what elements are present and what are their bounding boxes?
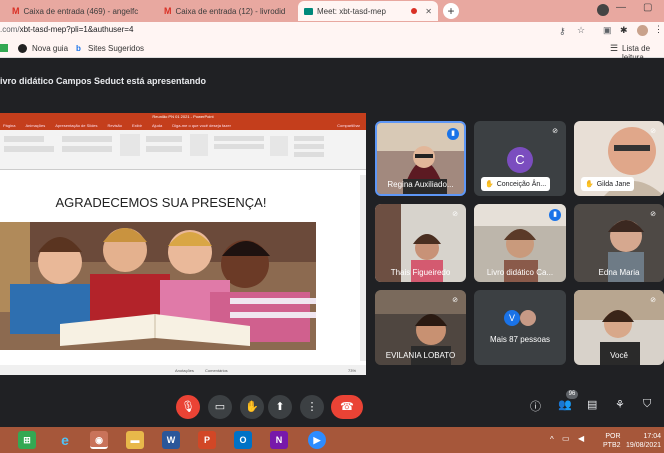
mic-off-icon: ⊘: [650, 128, 656, 135]
powerpoint-icon[interactable]: P: [198, 431, 216, 449]
bookmarks-bar: Nova guia b Sites Sugeridos ☰ Lista de l…: [0, 40, 664, 62]
avatar: [520, 310, 536, 326]
more-participants-tile[interactable]: V Mais 87 pessoas: [474, 290, 566, 365]
call-end-icon: ☎: [340, 401, 354, 413]
mic-off-icon: ⊘: [650, 297, 656, 304]
slide-scrollbar[interactable]: [360, 175, 366, 361]
bookmark-sites-sugeridos[interactable]: Sites Sugeridos: [88, 44, 144, 53]
system-tray-arrow-icon[interactable]: ^: [550, 435, 554, 444]
zoom-level[interactable]: 73%: [348, 368, 356, 373]
slide-title: AGRADECEMOS SUA PRESENÇA!: [55, 195, 267, 210]
key-icon[interactable]: ⚷: [559, 26, 566, 37]
powerpoint-title: Reunião PN 01 2021 - PowerPoint: [0, 113, 366, 121]
mic-off-icon: ⊘: [552, 128, 558, 135]
menu-dots-icon[interactable]: ⋮: [654, 24, 663, 35]
participant-name-chip: ✋ Gilda Jane: [581, 177, 635, 191]
more-people-label: Mais 87 pessoas: [489, 335, 551, 344]
onenote-icon[interactable]: N: [270, 431, 288, 449]
gmail-icon: M: [164, 6, 172, 16]
clock[interactable]: 17:04 19/08/2021: [626, 432, 661, 450]
hand-icon: ✋: [245, 401, 259, 413]
extension-icon[interactable]: ▣: [603, 25, 612, 36]
word-icon[interactable]: W: [162, 431, 180, 449]
windows-taskbar: ⊞ e ◉ ▬ W P O N ▶ ^ ▭ ◀ POR PTB2 17:04 1…: [0, 427, 664, 453]
zoom-icon[interactable]: ▶: [308, 431, 326, 449]
chat-icon[interactable]: ▤: [587, 398, 597, 411]
present-button[interactable]: ⬆: [268, 395, 292, 419]
presenting-banner: ivro didático Campos Seduct está apresen…: [0, 76, 207, 86]
mic-off-icon: ⊘: [650, 211, 656, 218]
mic-off-icon: ⊘: [452, 211, 458, 218]
ribbon-tools-icon: [4, 134, 324, 157]
hand-icon: ✋: [585, 181, 594, 188]
new-tab-button[interactable]: +: [443, 3, 459, 19]
participant-tile[interactable]: ⊘ EVILANIA LOBATO: [375, 290, 466, 365]
bookmark-nova-guia[interactable]: Nova guia: [32, 44, 68, 53]
chrome-icon[interactable]: ◉: [90, 431, 108, 449]
bing-icon: b: [76, 44, 81, 53]
slide-photo: [0, 222, 316, 350]
meet-header: ivro didático Campos Seduct está apresen…: [0, 58, 664, 108]
avatar[interactable]: [637, 25, 648, 36]
more-vert-icon: ⋮: [306, 401, 318, 413]
network-icon[interactable]: ▭: [562, 434, 570, 443]
globe-icon: [18, 44, 27, 53]
apps-icon[interactable]: [0, 44, 8, 52]
tab-search-icon[interactable]: [597, 4, 609, 16]
hand-icon: ✋: [485, 181, 494, 188]
speaking-indicator-icon: ▮: [549, 209, 561, 221]
tab-gmail-2[interactable]: M Caixa de entrada (12) - livrodid: [158, 1, 296, 21]
close-tab-icon[interactable]: ✕: [425, 7, 432, 16]
participant-tile[interactable]: ⊘ Edna Maria: [574, 204, 664, 282]
participant-tile[interactable]: ⊘ ✋ Gilda Jane: [574, 121, 664, 196]
participant-tile[interactable]: ⊘ Thais Figueiredo: [375, 204, 466, 282]
gmail-icon: M: [12, 6, 20, 16]
present-screen-icon: ⬆: [275, 401, 285, 413]
info-icon[interactable]: ⓘ: [530, 398, 541, 414]
tab-meet[interactable]: Meet: xbt-tasd-mep ✕: [298, 1, 438, 21]
tab-gmail-1[interactable]: M Caixa de entrada (469) - angelfc: [6, 1, 156, 21]
mic-off-icon: ⊘: [452, 297, 458, 304]
activities-icon[interactable]: ⚘: [615, 398, 625, 411]
participant-tile[interactable]: ▮ Regina Auxiliado...: [375, 121, 466, 196]
puzzle-icon[interactable]: ✱: [620, 25, 628, 36]
participant-tile[interactable]: ⊘ Você: [574, 290, 664, 365]
url-text[interactable]: .com/xbt-tasd-mep?pli=1&authuser=4: [0, 25, 133, 34]
file-explorer-icon[interactable]: ▬: [126, 431, 144, 449]
camera-icon: ▭: [214, 401, 226, 413]
maximize-icon[interactable]: ▢: [643, 2, 652, 13]
participant-tile[interactable]: ⊘ C ✋ Conceição Ân...: [474, 121, 566, 196]
minimize-icon[interactable]: —: [616, 2, 626, 13]
avatar: C: [507, 147, 533, 173]
camera-button[interactable]: ▭: [208, 395, 232, 419]
powerpoint-ribbon: [0, 130, 366, 170]
mic-off-icon: 🎙: [181, 401, 195, 413]
store-icon[interactable]: ⊞: [18, 431, 36, 449]
participant-name-chip: ✋ Conceição Ân...: [481, 177, 551, 191]
outlook-icon[interactable]: O: [234, 431, 252, 449]
presentation-screen: Reunião PN 01 2021 - PowerPoint Página A…: [0, 113, 366, 375]
people-count-badge: 96: [566, 390, 578, 399]
meet-icon: [304, 7, 313, 15]
people-icon[interactable]: 👥: [558, 398, 572, 411]
participant-tile[interactable]: ▮ Livro didático Ca...: [474, 204, 566, 282]
recording-dot-icon: [411, 8, 418, 14]
reading-list-icon: ☰: [610, 43, 619, 53]
powerpoint-menu: Página Animações Apresentação de Slides …: [0, 121, 366, 130]
speaking-indicator-icon: ▮: [447, 128, 459, 140]
volume-icon[interactable]: ◀: [578, 434, 584, 443]
avatar: V: [504, 310, 520, 326]
leave-call-button[interactable]: ☎: [331, 395, 363, 419]
raise-hand-button[interactable]: ✋: [240, 395, 264, 419]
host-controls-icon[interactable]: ⛉: [643, 398, 651, 411]
browser-tab-bar: M Caixa de entrada (469) - angelfc M Cai…: [0, 0, 664, 22]
slide: AGRADECEMOS SUA PRESENÇA!: [0, 175, 322, 361]
edge-icon[interactable]: e: [56, 431, 74, 449]
input-language[interactable]: POR PTB2: [603, 432, 621, 450]
microphone-button[interactable]: 🎙: [176, 395, 200, 419]
star-icon[interactable]: ☆: [577, 25, 585, 36]
more-options-button[interactable]: ⋮: [300, 395, 324, 419]
address-bar[interactable]: .com/xbt-tasd-mep?pli=1&authuser=4 ⚷ ☆ ▣…: [0, 22, 664, 40]
powerpoint-status-bar: Anotações Comentários 73%: [0, 365, 366, 375]
